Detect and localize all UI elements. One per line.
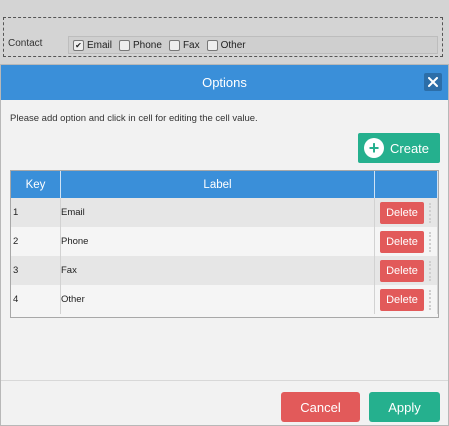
instructions-text: Please add option and click in cell for … <box>10 113 258 124</box>
dialog-header: Options <box>1 65 448 100</box>
cell-label[interactable]: Other <box>61 285 375 314</box>
checkbox-label: Phone <box>133 39 162 51</box>
delete-button[interactable]: Delete <box>380 230 424 253</box>
column-header-key: Key <box>11 171 61 198</box>
dialog-title: Options <box>202 75 247 90</box>
cell-label-text: Email <box>61 207 85 218</box>
cancel-button[interactable]: Cancel <box>281 392 360 422</box>
close-button[interactable] <box>424 73 442 91</box>
contact-label: Contact <box>8 38 43 49</box>
close-icon[interactable] <box>428 77 438 87</box>
checkbox-fax[interactable]: Fax <box>168 39 200 51</box>
checkbox-icon[interactable] <box>119 39 131 51</box>
checkbox-label: Other <box>220 39 246 51</box>
column-header-label: Label <box>61 171 375 198</box>
apply-button[interactable]: Apply <box>369 392 440 422</box>
table-row: 2 Phone Delete <box>11 227 438 256</box>
drag-handle-icon[interactable] <box>429 289 435 310</box>
options-table: Key Label 1 Email Delete 2 Phone Delete … <box>10 170 439 318</box>
cell-actions: Delete <box>375 285 438 314</box>
drag-handle-icon[interactable] <box>429 260 435 281</box>
cell-label-text: Other <box>61 294 85 305</box>
table-header: Key Label <box>11 171 438 198</box>
delete-button[interactable]: Delete <box>380 288 424 311</box>
checkbox-checked-icon[interactable]: ✔ <box>73 39 84 51</box>
cell-key[interactable]: 4 <box>11 285 61 314</box>
checkbox-email[interactable]: ✔ Email <box>73 39 113 51</box>
cell-key[interactable]: 1 <box>11 198 61 227</box>
options-dialog: Options Please add option and click in c… <box>0 64 449 426</box>
checkbox-label: Fax <box>182 39 200 51</box>
cell-label-text: Fax <box>61 265 77 276</box>
checkbox-phone[interactable]: Phone <box>119 39 162 51</box>
cell-label[interactable]: Fax <box>61 256 375 285</box>
background-form: Contact ✔ Email Phone Fax Other <box>0 0 449 64</box>
delete-button[interactable]: Delete <box>380 201 424 224</box>
table-row: 4 Other Delete <box>11 285 438 314</box>
column-header-actions <box>375 171 438 198</box>
create-label: Create <box>390 140 430 156</box>
plus-circle-icon: + <box>364 138 384 158</box>
cell-label[interactable]: Email <box>61 198 375 227</box>
checkbox-icon[interactable] <box>168 39 180 51</box>
cell-actions: Delete <box>375 227 438 256</box>
cell-label[interactable]: Phone <box>61 227 375 256</box>
cell-actions: Delete <box>375 198 438 227</box>
cell-label-text: Phone <box>61 236 89 247</box>
table-row: 3 Fax Delete <box>11 256 438 285</box>
delete-button[interactable]: Delete <box>380 259 424 282</box>
cell-key[interactable]: 3 <box>11 256 61 285</box>
drag-handle-icon[interactable] <box>429 231 435 252</box>
drag-handle-icon[interactable] <box>429 202 435 223</box>
cell-key[interactable]: 2 <box>11 227 61 256</box>
create-button[interactable]: + Create <box>358 133 440 163</box>
contact-checkbox-group: ✔ Email Phone Fax Other <box>68 36 438 54</box>
checkbox-label: Email <box>87 39 113 51</box>
footer-divider <box>1 380 448 381</box>
table-row: 1 Email Delete <box>11 198 438 227</box>
checkbox-icon[interactable] <box>206 39 218 51</box>
cell-actions: Delete <box>375 256 438 285</box>
checkbox-other[interactable]: Other <box>206 39 246 51</box>
